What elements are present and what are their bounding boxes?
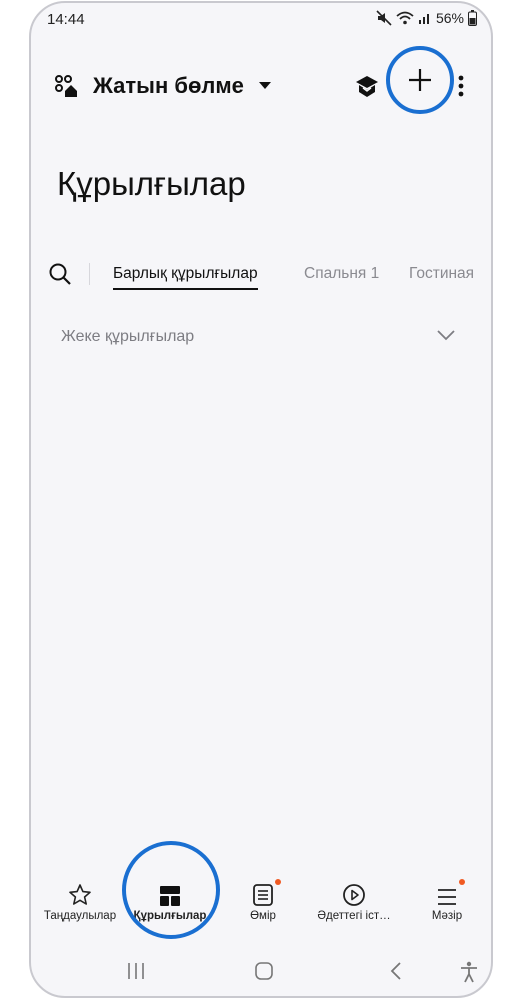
section-label: Жеке құрылғылар — [61, 328, 195, 345]
plus-icon — [409, 69, 431, 91]
play-circle-icon — [343, 884, 365, 906]
star-icon — [69, 884, 91, 905]
menu-icon — [438, 889, 456, 905]
highlight-ring — [122, 841, 220, 939]
top-app-bar: Жатын бөлме — [31, 46, 491, 114]
page-title: Құрылғылар — [57, 165, 246, 202]
home-selector[interactable]: Жатын бөлме — [93, 73, 244, 99]
back-icon[interactable] — [389, 961, 403, 981]
nav-favorites[interactable]: Таңдаулылар — [34, 873, 126, 922]
mute-icon — [376, 10, 392, 26]
nav-label: Әдеттегі іст… — [317, 910, 391, 922]
nav-routines[interactable]: Әдеттегі іст… — [308, 873, 400, 922]
nav-menu[interactable]: Мәзір — [401, 873, 491, 922]
notification-badge — [275, 879, 281, 885]
nav-label: Мәзір — [431, 910, 463, 922]
life-icon — [253, 884, 273, 906]
battery-icon — [468, 10, 477, 26]
recent-apps-icon[interactable] — [125, 961, 147, 981]
caret-down-icon[interactable] — [259, 82, 271, 90]
tab-living-room[interactable]: Гостиная — [409, 265, 474, 283]
tab-bedroom-1[interactable]: Спальня 1 — [304, 265, 379, 283]
bottom-navigation: Таңдаулылар Құрылғылар Өмір Әдеттегі іст… — [31, 873, 491, 943]
more-vertical-icon[interactable] — [457, 74, 465, 98]
wifi-icon — [396, 11, 414, 25]
nav-label: Өмір — [250, 910, 276, 922]
system-navigation-bar — [31, 961, 491, 991]
room-tabs: Барлық құрылғылар Спальня 1 Гостиная — [31, 258, 491, 298]
hub-icon[interactable] — [354, 73, 380, 99]
add-device-button[interactable] — [386, 46, 454, 114]
tabs-divider — [89, 263, 90, 285]
battery-percent: 56% — [435, 10, 464, 26]
personal-devices-section[interactable]: Жеке құрылғылар — [61, 328, 455, 354]
nav-life[interactable]: Өмір — [217, 873, 309, 922]
chevron-down-icon[interactable] — [437, 330, 455, 341]
accessibility-icon[interactable] — [459, 961, 479, 983]
nav-label: Таңдаулылар — [43, 910, 117, 922]
status-icons: 56% — [376, 10, 477, 26]
home-button-icon[interactable] — [254, 961, 274, 981]
signal-icon — [418, 14, 429, 24]
status-bar: 14:44 56% — [31, 3, 491, 37]
status-time: 14:44 — [47, 11, 85, 28]
tab-all-devices[interactable]: Барлық құрылғылар — [113, 265, 258, 290]
notification-badge — [459, 879, 465, 885]
search-icon[interactable] — [48, 262, 72, 286]
phone-frame: 14:44 56% Жатын бөлме Құрылғылар Барлық … — [29, 1, 493, 998]
home-qr-icon[interactable] — [54, 74, 78, 98]
